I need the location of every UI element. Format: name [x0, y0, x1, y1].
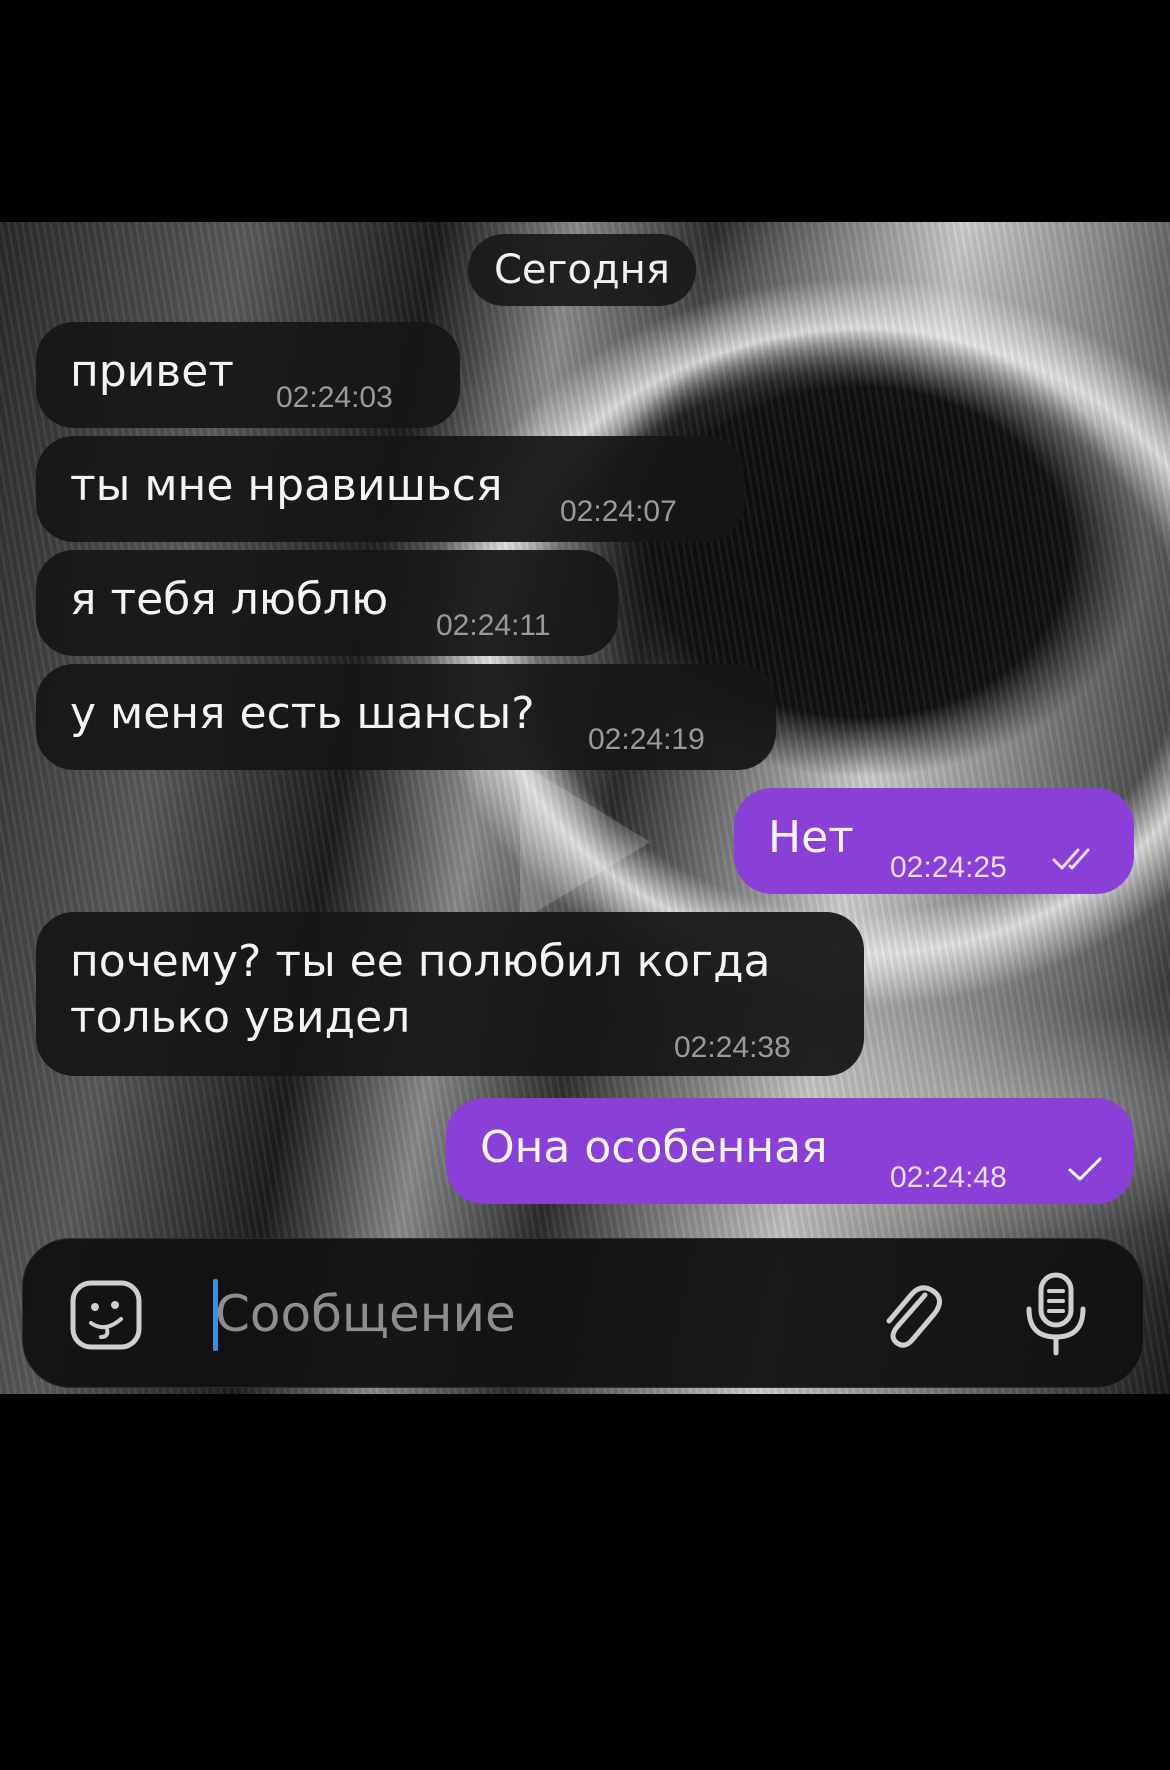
message-bubble-outgoing[interactable]: Она особенная 02:24:48: [446, 1098, 1134, 1204]
message-composer: Сообщение: [22, 1238, 1144, 1388]
message-time: 02:24:07: [560, 495, 677, 528]
message-time: 02:24:11: [436, 609, 551, 642]
message-text: у меня есть шансы?: [70, 688, 535, 739]
message-time: 02:24:19: [588, 723, 705, 756]
play-icon: [520, 762, 650, 922]
microphone-icon[interactable]: [1021, 1269, 1091, 1359]
message-bubble-outgoing[interactable]: Нет 02:24:25: [734, 788, 1134, 894]
paperclip-icon[interactable]: [875, 1275, 945, 1355]
date-separator: Сегодня: [468, 234, 696, 306]
message-bubble-incoming[interactable]: у меня есть шансы? 02:24:19: [36, 664, 776, 770]
message-bubble-incoming[interactable]: почему? ты ее полюбил когда только увиде…: [36, 912, 864, 1076]
message-text: я тебя люблю: [70, 574, 389, 625]
message-text: Нет: [768, 812, 854, 863]
message-time: 02:24:03: [276, 381, 393, 414]
message-text: Она особенная: [480, 1122, 828, 1173]
message-bubble-incoming[interactable]: ты мне нравишься 02:24:07: [36, 436, 744, 542]
message-time: 02:24:48: [890, 1161, 1007, 1194]
message-time: 02:24:25: [890, 851, 1007, 884]
message-bubble-incoming[interactable]: я тебя люблю 02:24:11: [36, 550, 618, 656]
message-text: привет: [70, 346, 234, 397]
check-icon: [1068, 1157, 1102, 1181]
message-time: 02:24:38: [674, 1031, 791, 1064]
sticker-emoji-icon[interactable]: [67, 1275, 147, 1355]
message-input[interactable]: Сообщение: [215, 1281, 516, 1347]
chat-background: Сегодня привет 02:24:03 ты мне нравишься…: [0, 222, 1170, 1394]
message-bubble-incoming[interactable]: привет 02:24:03: [36, 322, 460, 428]
message-text: ты мне нравишься: [70, 460, 503, 511]
double-check-icon: [1052, 848, 1090, 870]
